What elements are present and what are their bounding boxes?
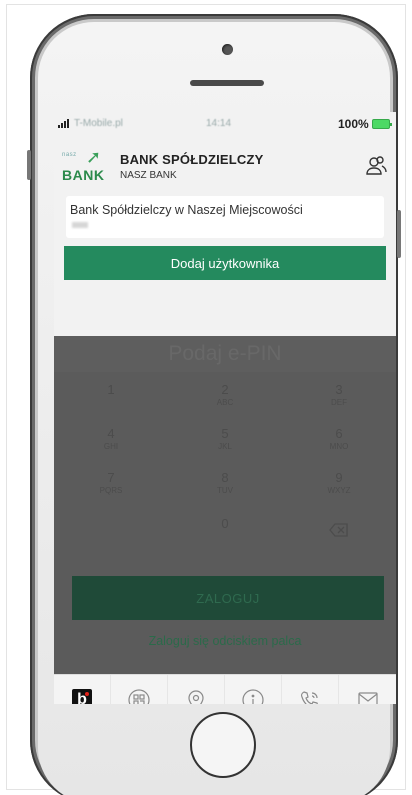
key-letters: TUV: [217, 486, 233, 495]
key-digit: 7: [107, 470, 115, 485]
status-time: 14:14: [206, 118, 232, 129]
key-digit: 0: [221, 516, 229, 531]
key-digit: 4: [107, 426, 115, 441]
backspace-icon: [329, 523, 348, 537]
signal-icon: [58, 119, 69, 128]
tab-qr[interactable]: [111, 675, 168, 704]
key-digit: 9: [335, 470, 343, 485]
bank-name: BANK SPÓŁDZIELCZY: [120, 152, 264, 167]
front-camera: [222, 44, 233, 55]
logo-arrow-icon: ➚: [86, 147, 102, 167]
bank-subtitle: NASZ BANK: [120, 170, 177, 181]
speaker-grille: [190, 80, 264, 86]
account-subtitle-blurred: [72, 222, 88, 228]
key-letters: MNO: [329, 442, 349, 451]
key-letters: PQRS: [99, 486, 123, 495]
key-digit: 8: [221, 470, 229, 485]
info-icon: [242, 689, 264, 704]
key-0[interactable]: 0: [168, 510, 282, 554]
key-backspace[interactable]: [282, 510, 396, 554]
bottom-tab-bar: b: [54, 674, 396, 704]
pin-overlay: Podaj e-PIN 1 2 ABC 3 DEF 4 GHI 5 JKL 6 …: [54, 336, 396, 674]
key-5[interactable]: 5 JKL: [168, 420, 282, 464]
carrier-label: T-Mobile.pl: [74, 118, 123, 129]
app-header: nasz ➚ BANK BANK SPÓŁDZIELCZY NASZ BANK: [54, 138, 396, 192]
phone-screen: T-Mobile.pl 14:14 100% nasz ➚ BANK BANK …: [54, 112, 396, 704]
epin-title: Podaj e-PIN: [54, 336, 396, 372]
key-letters: ABC: [216, 398, 234, 407]
key-7[interactable]: 7 PQRS: [54, 464, 168, 508]
key-digit: 6: [335, 426, 343, 441]
location-pin-icon: [188, 690, 204, 704]
key-4[interactable]: 4 GHI: [54, 420, 168, 464]
tab-info[interactable]: [225, 675, 282, 704]
key-digit: 1: [107, 382, 115, 397]
tab-messages[interactable]: [339, 675, 396, 704]
login-button[interactable]: ZALOGUJ: [72, 576, 384, 620]
envelope-icon: [357, 692, 378, 704]
key-2[interactable]: 2 ABC: [168, 376, 282, 420]
phone-icon: [301, 691, 318, 704]
key-3[interactable]: 3 DEF: [282, 376, 396, 420]
tab-phone[interactable]: [282, 675, 339, 704]
bank-logo: nasz ➚ BANK: [62, 147, 108, 184]
battery-percent: 100%: [338, 117, 369, 131]
key-letters: GHI: [103, 442, 119, 451]
add-user-button[interactable]: Dodaj użytkownika: [64, 246, 386, 280]
key-digit: 3: [335, 382, 343, 397]
key-1[interactable]: 1: [54, 376, 168, 420]
account-name: Bank Spółdzielczy w Naszej Miejscowości: [70, 203, 303, 217]
key-digit: 5: [221, 426, 229, 441]
account-card[interactable]: Bank Spółdzielczy w Naszej Miejscowości: [66, 196, 384, 238]
key-letters: DEF: [331, 398, 347, 407]
qr-code-icon: [128, 689, 150, 704]
key-6[interactable]: 6 MNO: [282, 420, 396, 464]
key-letters: JKL: [218, 442, 232, 451]
side-button-left: [27, 150, 31, 180]
key-digit: 2: [221, 382, 229, 397]
users-icon[interactable]: [364, 154, 388, 178]
key-letters: WXYZ: [327, 486, 351, 495]
logo-small-text: nasz: [62, 152, 77, 158]
key-9[interactable]: 9 WXYZ: [282, 464, 396, 508]
key-8[interactable]: 8 TUV: [168, 464, 282, 508]
side-button-right: [397, 210, 401, 258]
tab-location[interactable]: [168, 675, 225, 704]
status-bar: T-Mobile.pl 14:14 100%: [54, 112, 396, 138]
fingerprint-login-link[interactable]: Zaloguj się odciskiem palca: [54, 634, 396, 648]
logo-bank-text: BANK: [62, 167, 105, 183]
battery-icon: [372, 119, 392, 129]
bank-logo-icon: b: [72, 689, 92, 704]
tab-home[interactable]: b: [54, 675, 111, 704]
home-button[interactable]: [190, 712, 256, 778]
